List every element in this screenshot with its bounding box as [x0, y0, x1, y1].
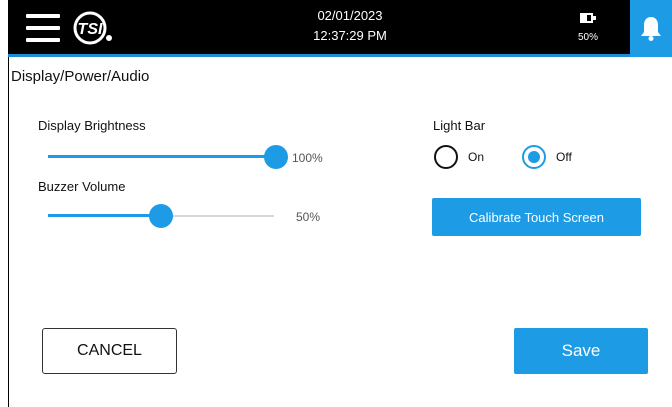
tsi-logo: TSI: [68, 11, 116, 45]
battery-status: 50%: [568, 10, 608, 43]
battery-percent: 50%: [577, 32, 598, 43]
logo-text: TSI: [78, 21, 103, 38]
radio-selected-dot: [528, 151, 540, 163]
radio-label-off: Off: [556, 150, 572, 164]
display-brightness-slider[interactable]: [48, 145, 288, 169]
radio-circle: [434, 145, 458, 169]
slider-fill: [48, 155, 276, 158]
display-brightness-value: 100%: [292, 151, 323, 165]
battery-icon: [580, 10, 596, 27]
page-title: Display/Power/Audio: [11, 68, 150, 85]
buzzer-volume-slider[interactable]: [48, 204, 274, 228]
light-bar-label: Light Bar: [433, 118, 486, 133]
buzzer-volume-label: Buzzer Volume: [38, 179, 126, 194]
radio-label-on: On: [468, 150, 485, 164]
calibrate-touch-screen-button[interactable]: Calibrate Touch Screen: [432, 198, 641, 236]
slider-thumb[interactable]: [264, 145, 288, 169]
menu-icon[interactable]: [26, 14, 60, 42]
slider-thumb[interactable]: [149, 204, 173, 228]
cancel-button[interactable]: CANCEL: [42, 328, 177, 374]
time-text: 12:37:29 PM: [313, 28, 387, 43]
bell-icon: [641, 17, 661, 41]
frame-border: [8, 56, 9, 407]
top-bar-accent-line: [8, 54, 630, 57]
slider-fill: [48, 214, 161, 217]
save-button[interactable]: Save: [514, 328, 648, 374]
date-text: 02/01/2023: [317, 8, 383, 23]
display-brightness-label: Display Brightness: [38, 118, 146, 133]
notifications-button[interactable]: [630, 0, 672, 57]
buzzer-volume-value: 50%: [296, 210, 321, 224]
datetime: 02/01/2023 12:37:29 PM: [270, 6, 430, 46]
